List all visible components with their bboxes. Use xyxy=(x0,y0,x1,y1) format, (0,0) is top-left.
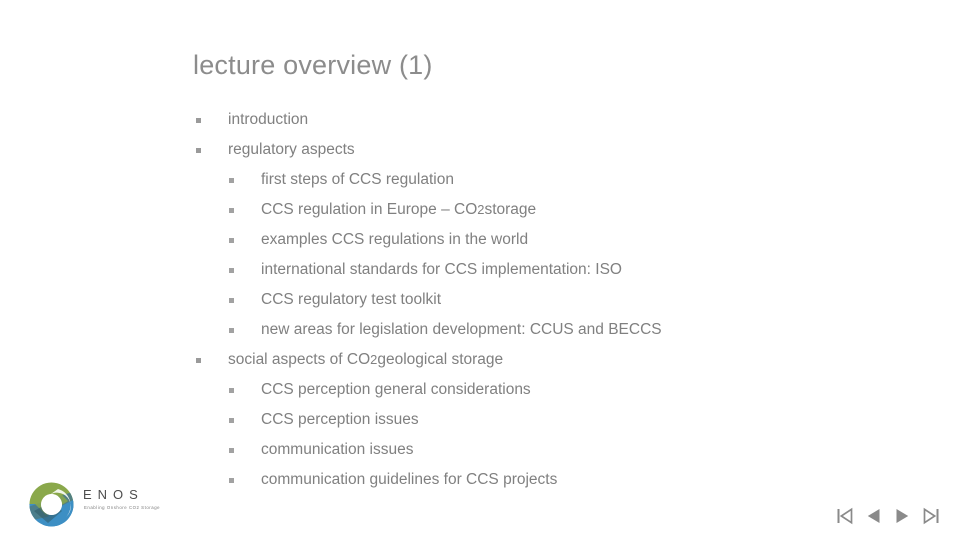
play-back-icon xyxy=(867,509,880,523)
outline-item-label: regulatory aspects xyxy=(228,141,355,158)
outline-item-level-2: §new areas for legislation development: … xyxy=(196,315,936,345)
subscript: 2 xyxy=(370,352,378,367)
page-title: lecture overview (1) xyxy=(193,50,433,80)
square-bullet-icon: § xyxy=(196,135,228,165)
lecture-outline-list: §introduction§regulatory aspects§first s… xyxy=(196,105,936,495)
first-slide-button[interactable] xyxy=(834,504,856,528)
next-slide-button[interactable] xyxy=(892,504,914,528)
outline-item-level-2: §first steps of CCS regulation xyxy=(196,165,936,195)
outline-item-label: CCS perception issues xyxy=(261,411,419,428)
outline-item-level-2: §CCS regulation in Europe – CO2 storage xyxy=(196,195,936,225)
skip-to-start-icon xyxy=(837,507,853,525)
outline-item-label: CCS perception general considerations xyxy=(261,381,531,398)
outline-item-level-2: §CCS perception issues xyxy=(196,405,936,435)
square-bullet-icon: § xyxy=(229,375,261,405)
outline-item-level-2: §international standards for CCS impleme… xyxy=(196,255,936,285)
square-bullet-icon: § xyxy=(229,255,261,285)
square-bullet-icon: § xyxy=(229,465,261,495)
enos-wordmark: ENOS xyxy=(83,487,144,502)
square-bullet-icon: § xyxy=(229,225,261,255)
square-bullet-icon: § xyxy=(229,435,261,465)
outline-item-label: social aspects of CO xyxy=(228,351,371,368)
outline-item-label: first steps of CCS regulation xyxy=(261,171,454,188)
play-forward-icon xyxy=(896,509,909,523)
slide-canvas: lecture overview (1) §introduction§regul… xyxy=(0,0,960,540)
outline-item-label-tail: geological storage xyxy=(377,351,504,368)
outline-item-label: CCS regulation in Europe – CO xyxy=(261,201,478,218)
previous-slide-button[interactable] xyxy=(863,504,885,528)
square-bullet-icon: § xyxy=(196,345,228,375)
square-bullet-icon: § xyxy=(229,195,261,225)
outline-item-label: international standards for CCS implemen… xyxy=(261,261,622,278)
outline-item-label: communication guidelines for CCS project… xyxy=(261,471,558,488)
outline-item-label: communication issues xyxy=(261,441,414,458)
outline-item-label: new areas for legislation development: C… xyxy=(261,321,662,338)
outline-item-level-2: §communication issues xyxy=(196,435,936,465)
skip-to-end-icon xyxy=(923,507,939,525)
outline-item-level-2: §CCS regulatory test toolkit xyxy=(196,285,936,315)
outline-item-level-2: §CCS perception general considerations xyxy=(196,375,936,405)
outline-item-level-2: §communication guidelines for CCS projec… xyxy=(196,465,936,495)
square-bullet-icon: § xyxy=(229,165,261,195)
square-bullet-icon: § xyxy=(229,285,261,315)
outline-item-label-tail: storage xyxy=(484,201,537,218)
outline-item-level-1: §regulatory aspects xyxy=(196,135,936,165)
square-bullet-icon: § xyxy=(229,405,261,435)
outline-item-level-1: §social aspects of CO2 geological storag… xyxy=(196,345,936,375)
enos-tagline: Enabling Onshore CO2 Storage xyxy=(84,505,161,510)
outline-item-level-2: §examples CCS regulations in the world xyxy=(196,225,936,255)
square-bullet-icon: § xyxy=(229,315,261,345)
enos-logo: ENOS Enabling Onshore CO2 Storage xyxy=(28,481,188,529)
enos-ring-logo-icon xyxy=(28,481,75,528)
outline-item-level-1: §introduction xyxy=(196,105,936,135)
outline-item-label: CCS regulatory test toolkit xyxy=(261,291,442,308)
slide-navigation xyxy=(834,501,942,531)
subscript: 2 xyxy=(477,202,485,217)
outline-item-label: introduction xyxy=(228,111,309,128)
last-slide-button[interactable] xyxy=(920,504,942,528)
square-bullet-icon: § xyxy=(196,105,228,135)
outline-item-label: examples CCS regulations in the world xyxy=(261,231,529,248)
